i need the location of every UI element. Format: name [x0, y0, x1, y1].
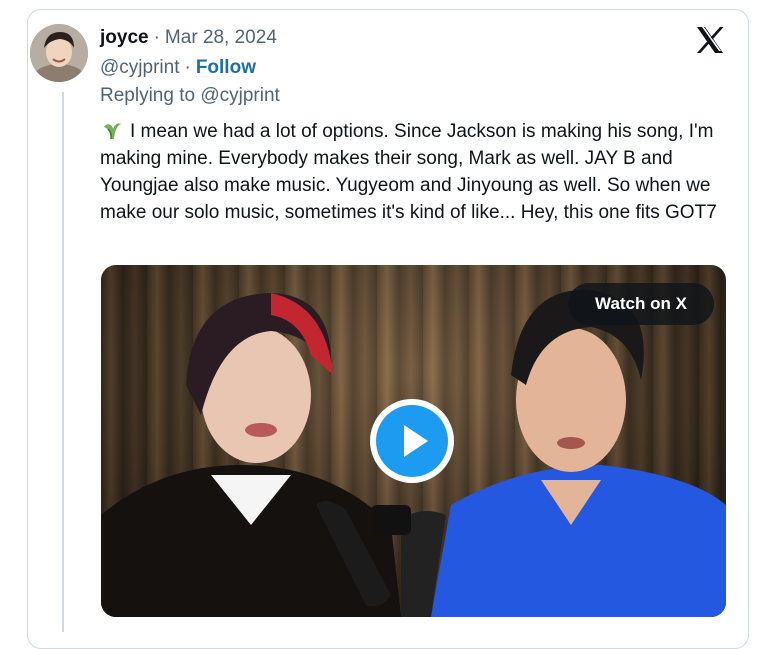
avatar-image [30, 24, 88, 82]
play-icon[interactable] [367, 396, 457, 486]
post-date[interactable]: Mar 28, 2024 [165, 27, 277, 49]
follow-button[interactable]: Follow [196, 57, 256, 79]
handle-row: @cyjprint · Follow [100, 57, 256, 79]
sprout-emoji-icon [100, 117, 124, 141]
author-handle[interactable]: @cyjprint [100, 57, 179, 79]
thread-line [62, 92, 64, 632]
watch-on-x-button[interactable]: Watch on X [568, 283, 714, 325]
avatar[interactable] [30, 24, 88, 82]
x-logo-icon[interactable] [694, 24, 726, 56]
handle-separator: · [184, 57, 191, 78]
post-header: joyce · Mar 28, 2024 [100, 27, 277, 51]
replying-to-row: Replying to @cyjprint [100, 85, 280, 107]
replying-to-handle[interactable]: @cyjprint [200, 85, 279, 107]
header-separator: · [153, 27, 160, 48]
tweet-text-block: I mean we had a lot of options. Since Ja… [100, 117, 740, 226]
tweet-text: I mean we had a lot of options. Since Ja… [100, 121, 717, 223]
author-name[interactable]: joyce [100, 27, 149, 49]
replying-prefix: Replying to [100, 85, 196, 106]
